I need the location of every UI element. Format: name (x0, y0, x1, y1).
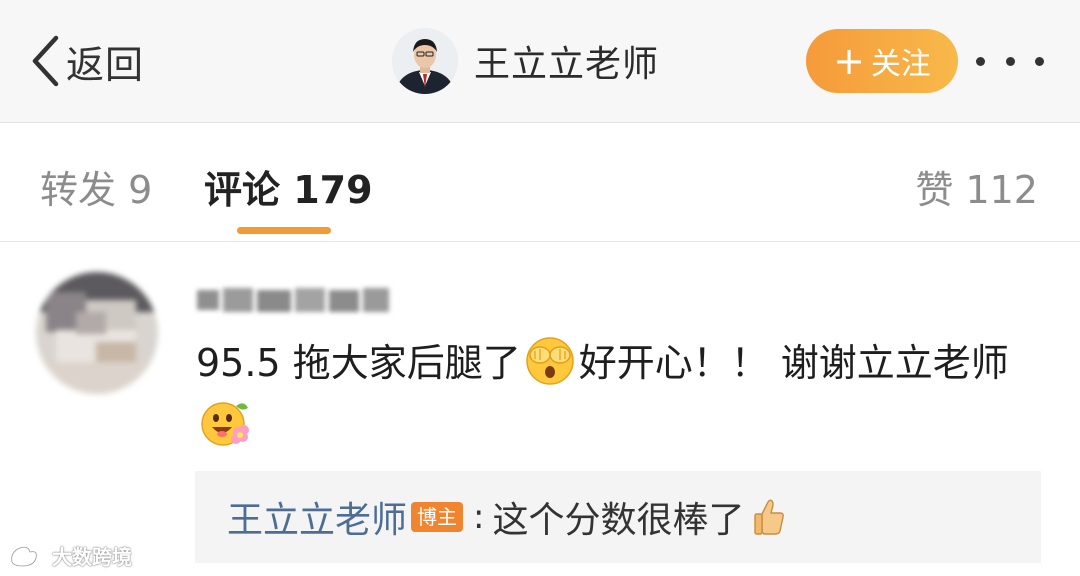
top-nav-bar: 返回 王立立老师 + 关注 (0, 0, 1080, 123)
back-label: 返回 (66, 42, 145, 87)
weibo-logo-icon (8, 542, 50, 568)
author-badge: 博主 (411, 502, 464, 532)
comment-text-part2: 好开心！！ 谢谢立立老师 (578, 341, 1009, 385)
reply-line: 王立立老师 博主 : 这个分数很棒了 (227, 493, 785, 541)
avatar[interactable] (392, 28, 458, 94)
commenter-name-blurred[interactable] (195, 282, 391, 318)
flower-face-emoji-icon (198, 398, 252, 448)
reply-separator: : (473, 497, 485, 537)
dot (1005, 56, 1015, 66)
reply-author-name[interactable]: 王立立老师 (227, 491, 407, 543)
watermark: 大数跨境 (8, 540, 132, 570)
reply-text: 这个分数很棒了 (492, 500, 745, 541)
follow-label: 关注 (870, 47, 931, 82)
tab-comment[interactable]: 评论 179 (204, 159, 373, 214)
active-tab-indicator (237, 227, 331, 234)
chevron-left-icon (30, 35, 60, 87)
profile-name[interactable]: 王立立老师 (474, 35, 659, 87)
plus-icon: + (833, 39, 865, 83)
profile-header[interactable]: 王立立老师 (392, 27, 659, 95)
commenter-avatar[interactable] (36, 272, 158, 394)
comment-item: 95.5 拖大家后腿了 好开心！！ 谢谢立立老师 王立立老师 博主: 这个分数… (0, 242, 1080, 576)
tab-bar: 转发 9 评论 179 赞 112 (0, 123, 1080, 242)
back-button[interactable]: 返回 (30, 30, 144, 92)
author-reply[interactable]: 王立立老师 博主 : 这个分数很棒了 (195, 471, 1041, 563)
thumbs-up-icon (753, 498, 785, 536)
tab-repost[interactable]: 转发 9 (40, 159, 152, 214)
dot (1035, 56, 1044, 66)
dot (976, 56, 985, 66)
more-options-icon[interactable] (976, 46, 1044, 76)
covering-eyes-emoji-icon (523, 336, 577, 386)
follow-button[interactable]: + 关注 (806, 29, 958, 93)
watermark-text: 大数跨境 (52, 544, 132, 569)
tab-like[interactable]: 赞 112 (915, 159, 1038, 214)
comment-text-part1: 95.5 拖大家后腿了 (196, 341, 521, 385)
comment-text: 95.5 拖大家后腿了 好开心！！ 谢谢立立老师 (196, 332, 1036, 456)
